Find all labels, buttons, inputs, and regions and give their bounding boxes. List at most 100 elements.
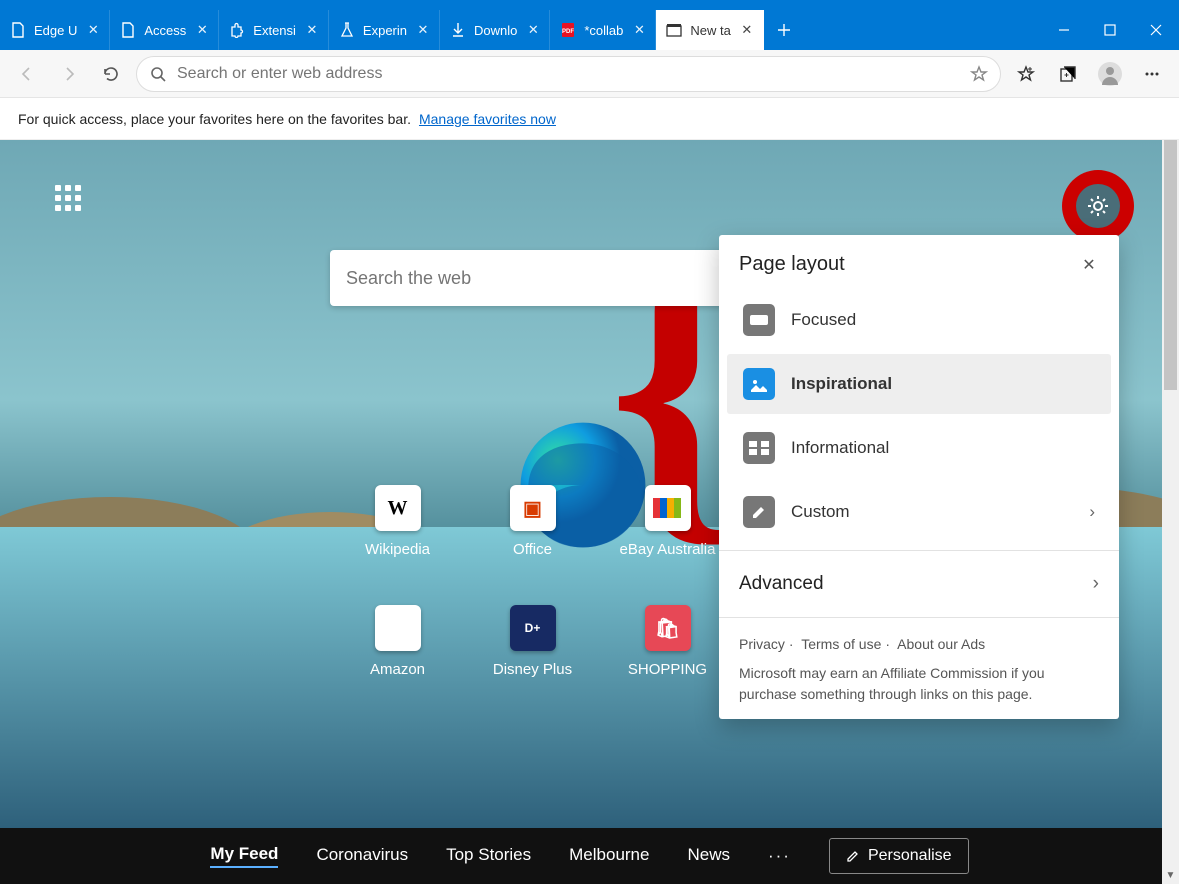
address-bar[interactable] [136, 56, 1001, 92]
feed-tab-coronavirus[interactable]: Coronavirus [316, 845, 408, 867]
inspirational-icon [743, 368, 775, 400]
newtab-icon [666, 22, 682, 38]
vertical-scrollbar[interactable]: ▲ ▼ [1162, 140, 1179, 884]
quicklink-shopping[interactable]: 🛍SHOPPING [600, 605, 735, 725]
tab-extensions[interactable]: Extensi ✕ [219, 10, 329, 50]
close-icon[interactable]: ✕ [631, 22, 647, 38]
close-icon[interactable]: ✕ [415, 22, 431, 38]
personalise-button[interactable]: Personalise [829, 838, 969, 874]
layout-option-inspirational[interactable]: Inspirational [727, 354, 1111, 414]
close-icon[interactable]: ✕ [525, 22, 541, 38]
tab-label: Access [144, 23, 186, 38]
collections-button[interactable] [1051, 57, 1085, 91]
tab-edge[interactable]: Edge U ✕ [0, 10, 110, 50]
tab-experiments[interactable]: Experin ✕ [329, 10, 440, 50]
manage-favorites-link[interactable]: Manage favorites now [419, 111, 556, 127]
favorite-star-icon[interactable] [970, 65, 988, 83]
custom-icon [743, 496, 775, 528]
menu-button[interactable] [1135, 57, 1169, 91]
layout-option-informational[interactable]: Informational [727, 418, 1111, 478]
tab-label: New ta [690, 23, 730, 38]
gear-icon [1085, 193, 1111, 219]
feed-bar: My Feed Coronavirus Top Stories Melbourn… [0, 828, 1179, 884]
tab-label: Downlo [474, 23, 517, 38]
quicklink-label: eBay Australia [620, 541, 716, 558]
favorites-bar: For quick access, place your favorites h… [0, 98, 1179, 140]
tab-collab[interactable]: PDF *collab ✕ [550, 10, 656, 50]
advanced-row[interactable]: Advanced › [719, 559, 1119, 609]
page-icon [10, 22, 26, 38]
quicklink-label: Office [513, 541, 552, 558]
close-icon[interactable]: ✕ [194, 22, 210, 38]
quicklink-label: Wikipedia [365, 541, 430, 558]
back-button[interactable] [10, 57, 44, 91]
tab-label: Experin [363, 23, 407, 38]
close-icon[interactable]: ✕ [739, 22, 755, 38]
feed-tab-topstories[interactable]: Top Stories [446, 845, 531, 867]
chevron-right-icon: › [1093, 573, 1099, 595]
favbar-text: For quick access, place your favorites h… [18, 111, 411, 127]
tab-label: *collab [584, 23, 623, 38]
minimize-button[interactable] [1041, 10, 1087, 50]
favorites-button[interactable] [1009, 57, 1043, 91]
address-input[interactable] [177, 65, 960, 83]
quicklink-label: Amazon [370, 661, 425, 678]
option-label: Focused [791, 310, 856, 330]
svg-text:PDF: PDF [562, 29, 574, 35]
feed-more-button[interactable]: ··· [768, 846, 791, 866]
toolbar [0, 50, 1179, 98]
quicklink-ebay[interactable]: eBay Australia [600, 485, 735, 605]
ads-link[interactable]: About our Ads [897, 636, 985, 652]
forward-button[interactable] [52, 57, 86, 91]
page-icon [120, 22, 136, 38]
profile-button[interactable] [1093, 57, 1127, 91]
affiliate-note: Microsoft may earn an Affiliate Commissi… [739, 663, 1099, 705]
quicklink-label: SHOPPING [628, 661, 707, 678]
download-icon [450, 22, 466, 38]
panel-close-button[interactable]: ✕ [1079, 255, 1099, 275]
close-icon[interactable]: ✕ [304, 22, 320, 38]
quicklink-office[interactable]: ▣Office [465, 485, 600, 605]
close-icon[interactable]: ✕ [85, 22, 101, 38]
quicklink-disney[interactable]: D+Disney Plus [465, 605, 600, 725]
privacy-link[interactable]: Privacy [739, 636, 785, 652]
scroll-down-arrow[interactable]: ▼ [1162, 867, 1179, 884]
panel-footer: Privacy· Terms of use· About our Ads Mic… [719, 626, 1119, 705]
page-settings-button[interactable] [1076, 184, 1120, 228]
new-tab-page: { WWikipedia ▣Office eBay Australia aAma… [0, 140, 1179, 884]
scroll-thumb[interactable] [1164, 140, 1177, 390]
option-label: Inspirational [791, 374, 892, 394]
terms-link[interactable]: Terms of use [801, 636, 881, 652]
quicklink-label: Disney Plus [493, 661, 572, 678]
quick-links-grid: WWikipedia ▣Office eBay Australia aAmazo… [330, 485, 735, 725]
pdf-icon: PDF [560, 22, 576, 38]
tab-downloads[interactable]: Downlo ✕ [440, 10, 550, 50]
tab-label: Extensi [253, 23, 296, 38]
option-label: Informational [791, 438, 889, 458]
close-window-button[interactable] [1133, 10, 1179, 50]
search-icon [149, 65, 167, 83]
apps-launcher-icon[interactable] [55, 185, 83, 213]
chevron-right-icon: › [1089, 502, 1095, 522]
quicklink-amazon[interactable]: aAmazon [330, 605, 465, 725]
feed-tab-melbourne[interactable]: Melbourne [569, 845, 649, 867]
refresh-button[interactable] [94, 57, 128, 91]
tab-strip: Edge U ✕ Access ✕ Extensi ✕ Experin ✕ Do… [0, 10, 1179, 50]
maximize-button[interactable] [1087, 10, 1133, 50]
feed-tab-news[interactable]: News [687, 845, 730, 867]
tab-access[interactable]: Access ✕ [110, 10, 219, 50]
panel-title: Page layout [739, 253, 845, 276]
advanced-label: Advanced [739, 573, 824, 595]
layout-option-focused[interactable]: Focused [727, 290, 1111, 350]
layout-option-custom[interactable]: Custom › [727, 482, 1111, 542]
feed-tab-myfeed[interactable]: My Feed [210, 844, 278, 868]
annotation-highlight [1062, 170, 1134, 242]
quicklink-wikipedia[interactable]: WWikipedia [330, 485, 465, 605]
page-layout-panel: Page layout ✕ Focused Inspirational Info… [719, 235, 1119, 719]
flask-icon [339, 22, 355, 38]
pencil-icon [846, 849, 860, 863]
tab-label: Edge U [34, 23, 77, 38]
informational-icon [743, 432, 775, 464]
new-tab-button[interactable] [764, 10, 804, 50]
tab-newtab[interactable]: New ta ✕ [656, 10, 763, 50]
